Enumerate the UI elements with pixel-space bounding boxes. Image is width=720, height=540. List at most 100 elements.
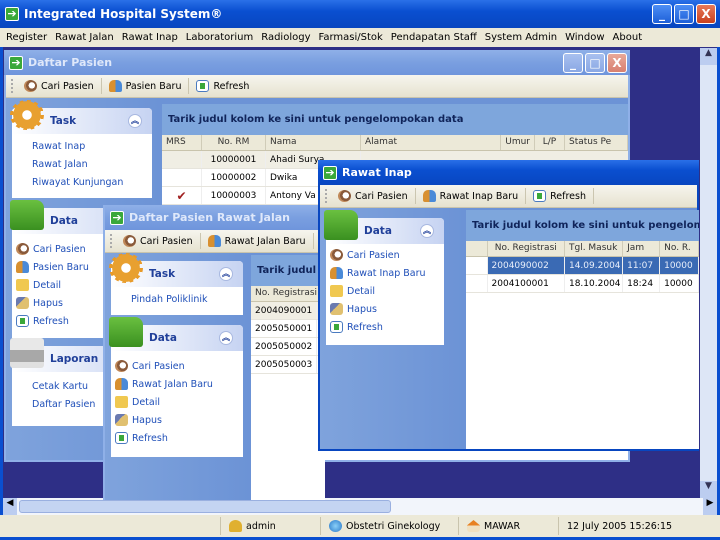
toolbar-grip[interactable]: [325, 189, 328, 203]
menu-pendapatan-staff[interactable]: Pendapatan Staff: [391, 32, 477, 43]
scroll-thumb[interactable]: [19, 500, 391, 513]
task-rawat-jalan[interactable]: Rawat Jalan: [12, 156, 152, 174]
element: Task ︽: [10, 100, 152, 134]
table-row[interactable]: 2004090001: [251, 302, 325, 320]
label: 10000: [660, 275, 699, 292]
menu-about[interactable]: About: [613, 32, 643, 43]
horizontal-scrollbar[interactable]: ◀ ▶: [3, 498, 717, 515]
users-icon: [422, 190, 436, 202]
collapse-icon[interactable]: ︽: [219, 331, 233, 345]
scroll-left-button[interactable]: ◀: [3, 498, 17, 515]
menu-register[interactable]: Register: [6, 32, 47, 43]
group-by-area[interactable]: Tarik judul k: [251, 255, 325, 286]
col-status[interactable]: Status Pe: [565, 135, 628, 150]
table-row[interactable]: 2005050003: [251, 356, 325, 374]
maximize-button[interactable]: □: [674, 4, 694, 24]
gear-icon: [109, 253, 143, 283]
label: Refresh: [550, 190, 587, 202]
label: Hapus: [33, 297, 63, 309]
table-row[interactable]: 2005050001: [251, 320, 325, 338]
col-no-registrasi[interactable]: No. Registrasi: [251, 286, 325, 301]
group-by-area[interactable]: Tarik judul kolom ke sini untuk pengelom…: [466, 210, 699, 241]
data-rawat-inap-baru[interactable]: Rawat Inap Baru: [326, 264, 444, 282]
close-button[interactable]: X: [607, 52, 627, 73]
col-tgl-masuk[interactable]: Tgl. Masuk: [565, 241, 624, 256]
toolbar-grip[interactable]: [11, 79, 14, 93]
col-mrs[interactable]: MRS: [162, 135, 202, 150]
label: Refresh: [132, 432, 168, 444]
rawat-inap-baru-button[interactable]: Rawat Inap Baru: [416, 188, 527, 204]
group-by-area[interactable]: Tarik judul kolom ke sini untuk pengelom…: [162, 104, 628, 135]
data-cari-pasien[interactable]: Cari Pasien: [111, 357, 243, 375]
status-bar: admin Obstetri Ginekology MAWAR 12 July …: [0, 515, 720, 540]
menu-radiology[interactable]: Radiology: [261, 32, 310, 43]
label: Detail: [347, 285, 375, 297]
col-no-registrasi[interactable]: No. Registrasi: [488, 241, 565, 256]
refresh-button[interactable]: Refresh: [526, 188, 595, 204]
globe-icon: [329, 520, 342, 532]
data-refresh[interactable]: Refresh: [326, 318, 444, 336]
cari-pasien-button[interactable]: Cari Pasien: [17, 78, 102, 94]
pasien-baru-button[interactable]: Pasien Baru: [102, 78, 190, 94]
col-umur[interactable]: Umur: [501, 135, 535, 150]
element: [115, 414, 128, 426]
menu-window[interactable]: Window: [565, 32, 604, 43]
col-nama[interactable]: Nama: [266, 135, 361, 150]
label: Cari Pasien: [355, 190, 408, 202]
label: Pasien Baru: [33, 261, 89, 273]
data-detail[interactable]: Detail: [111, 393, 243, 411]
search-person-icon: [24, 80, 37, 92]
menu-rawat-inap[interactable]: Rawat Inap: [122, 32, 178, 43]
collapse-icon[interactable]: ︽: [420, 224, 434, 238]
data-detail[interactable]: Detail: [326, 282, 444, 300]
vertical-scrollbar[interactable]: ▲ ▼: [700, 48, 717, 498]
maximize-button[interactable]: □: [585, 52, 605, 73]
element: [16, 243, 29, 255]
data-refresh[interactable]: Refresh: [111, 429, 243, 447]
data-rawat-jalan-baru[interactable]: Rawat Jalan Baru: [111, 375, 243, 393]
label: Cari Pasien: [140, 235, 193, 247]
menu-farmasi[interactable]: Farmasi/Stok: [318, 32, 382, 43]
element: [115, 360, 128, 372]
menu-rawat-jalan[interactable]: Rawat Jalan: [55, 32, 114, 43]
toolbar: Cari Pasien Pasien Baru Refresh: [6, 75, 628, 98]
menu-system-admin[interactable]: System Admin: [485, 32, 557, 43]
scroll-up-button[interactable]: ▲: [700, 48, 717, 65]
status-datetime-text: 12 July 2005 15:26:15: [567, 520, 673, 532]
task-pindah-poliklinik[interactable]: Pindah Poliklinik: [111, 291, 243, 309]
data-cari-pasien[interactable]: Cari Pasien: [326, 246, 444, 264]
col-lp[interactable]: L/P: [535, 135, 565, 150]
table-row[interactable]: 2005050002: [251, 338, 325, 356]
label: Rawat Jalan Baru: [132, 378, 213, 390]
collapse-icon[interactable]: ︽: [219, 267, 233, 281]
col-jam[interactable]: Jam: [623, 241, 661, 256]
scroll-down-button[interactable]: ▼: [700, 481, 717, 498]
task-riwayat-kunjungan[interactable]: Riwayat Kunjungan: [12, 174, 152, 192]
menu-laboratorium[interactable]: Laboratorium: [186, 32, 253, 43]
window-icon: ➔: [323, 165, 337, 180]
cari-pasien-button[interactable]: Cari Pasien: [116, 233, 201, 249]
daftar-pasien-titlebar: ➔ Daftar Pasien _ □ X: [4, 50, 630, 75]
data-hapus[interactable]: Hapus: [111, 411, 243, 429]
col-alamat[interactable]: Alamat: [361, 135, 501, 150]
toolbar-grip[interactable]: [110, 234, 113, 248]
task-rawat-inap[interactable]: Rawat Inap: [12, 138, 152, 156]
cari-pasien-button[interactable]: Cari Pasien: [331, 188, 416, 204]
col-no-rm[interactable]: No. RM: [202, 135, 266, 150]
close-button[interactable]: X: [696, 4, 716, 24]
status-department: Obstetri Ginekology: [320, 517, 458, 535]
rawat-jalan-baru-button[interactable]: Rawat Jalan Baru: [201, 233, 314, 249]
col-no-r[interactable]: No. R.: [660, 241, 699, 256]
scroll-right-button[interactable]: ▶: [703, 498, 717, 515]
element: [330, 303, 343, 315]
column-headers: No. Registrasi: [251, 286, 325, 302]
refresh-button[interactable]: Refresh: [189, 78, 256, 94]
table-row[interactable]: 2004100001 18.10.2004 18:24 10000: [466, 275, 699, 293]
collapse-icon[interactable]: ︽: [128, 114, 142, 128]
data-hapus[interactable]: Hapus: [326, 300, 444, 318]
label: 10000: [660, 257, 699, 274]
element: [330, 321, 343, 333]
minimize-button[interactable]: _: [652, 4, 672, 24]
table-row-selected[interactable]: 2004090002 14.09.2004 11:07 10000: [466, 257, 699, 275]
minimize-button[interactable]: _: [563, 52, 583, 73]
